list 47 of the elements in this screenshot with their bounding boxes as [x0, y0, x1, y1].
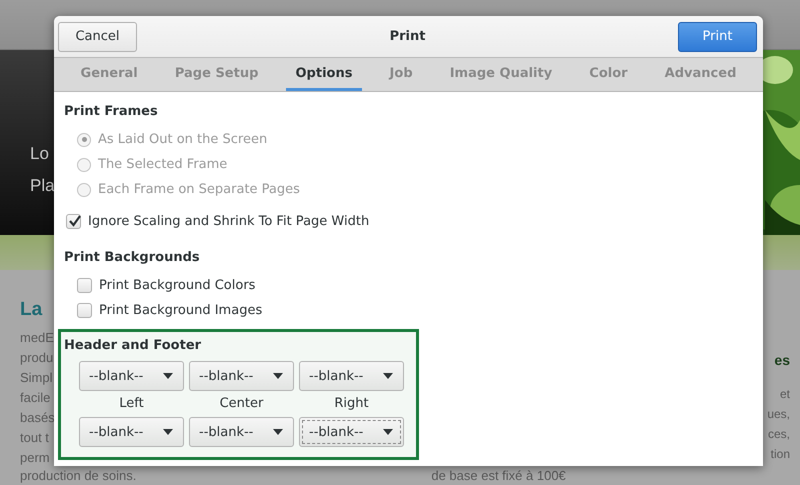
page-text: tout t — [20, 429, 49, 447]
page-text: produ — [20, 349, 54, 367]
banner-text: Pla — [30, 175, 55, 197]
caret-icon — [383, 373, 393, 379]
dropdown[interactable]: --blank-- — [299, 361, 404, 391]
page-heading: La — [20, 298, 42, 322]
page-text: de base est fixé à 100€ — [431, 468, 566, 483]
page-text: Simpl — [20, 369, 53, 387]
dropdown[interactable]: --blank-- — [189, 417, 294, 447]
radio-label: Each Frame on Separate Pages — [98, 182, 300, 197]
page-text: ues, — [767, 406, 790, 423]
dropdown[interactable]: --blank-- — [79, 417, 184, 447]
caret-icon — [383, 429, 393, 435]
caret-icon — [273, 429, 283, 435]
column-label: Right — [333, 395, 370, 413]
page-text: perm — [20, 449, 50, 467]
caret-icon — [273, 373, 283, 379]
dropdown[interactable]: --blank-- — [299, 417, 404, 447]
section-title: Print Backgrounds — [64, 250, 200, 266]
cancel-button[interactable]: Cancel — [58, 22, 137, 52]
caret-icon — [163, 429, 173, 435]
page-text: facile — [20, 389, 50, 407]
checkbox[interactable] — [66, 214, 81, 229]
dialog-title: Print — [390, 29, 426, 44]
column-label: Center — [218, 395, 264, 413]
radio-label: As Laid Out on the Screen — [98, 132, 268, 147]
tab[interactable]: Options — [286, 58, 362, 91]
page-text: ces, — [768, 426, 790, 443]
banner-text: Lo — [30, 143, 49, 165]
page-text: basés — [20, 409, 55, 427]
dropdown[interactable]: --blank-- — [189, 361, 294, 391]
checkbox-label: Print Background Images — [99, 303, 262, 318]
checkbox-label: Print Background Colors — [99, 278, 256, 293]
radio-label: The Selected Frame — [98, 157, 228, 172]
page-text: tion — [770, 446, 790, 463]
checkbox-label: Ignore Scaling and Shrink To Fit Page Width — [88, 214, 370, 229]
caret-icon — [163, 373, 173, 379]
page-heading: es — [774, 351, 790, 370]
section-title: Header and Footer — [64, 338, 202, 353]
page-text: et — [780, 386, 790, 403]
dropdown[interactable]: --blank-- — [79, 361, 184, 391]
checkbox[interactable] — [77, 303, 92, 318]
page-text: production de soins. — [20, 468, 136, 483]
section-title: Print Frames — [64, 104, 158, 120]
page-text: medE — [20, 329, 54, 347]
checkbox[interactable] — [77, 278, 92, 293]
column-label: Left — [118, 395, 145, 413]
